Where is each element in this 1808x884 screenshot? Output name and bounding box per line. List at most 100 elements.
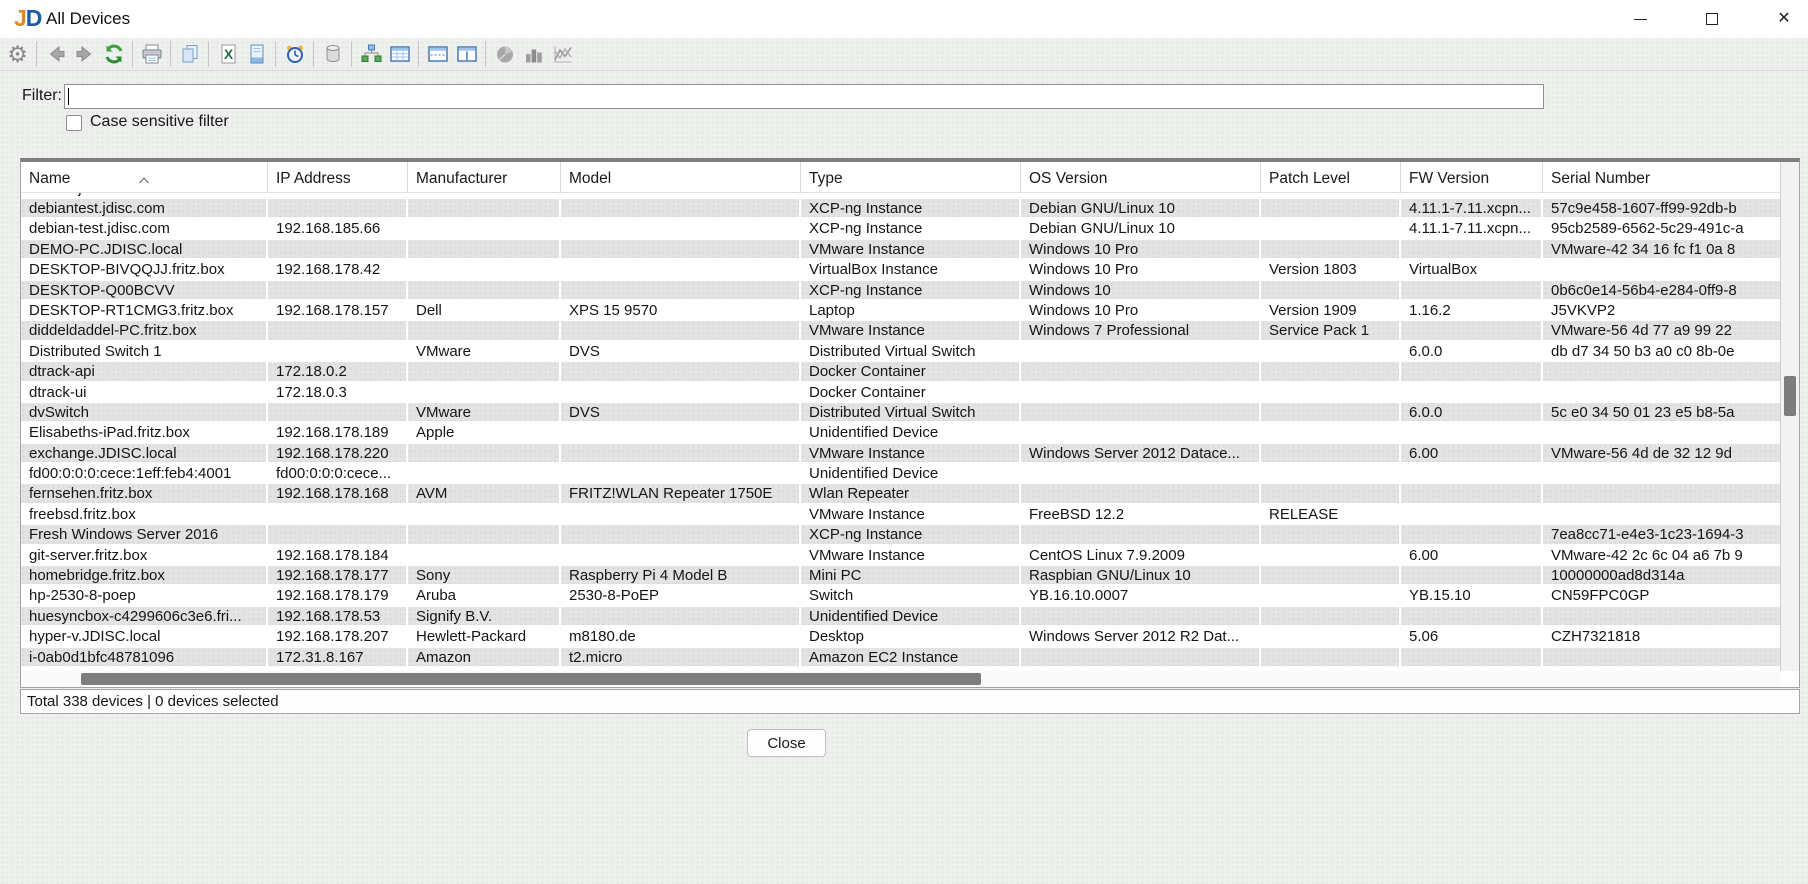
table-row[interactable]: DEMO-PC.JDISC.localVMware InstanceWindow… [21,240,1799,260]
column-header-fw[interactable]: FW Version [1401,162,1543,192]
cell-manufacturer: VMware [408,403,561,423]
export-document-button[interactable] [242,40,271,69]
close-window-button[interactable]: ✕ [1760,0,1808,38]
table-row[interactable]: debiantest.jdisc.comXCP-ng InstanceDebia… [21,199,1799,219]
column-header-model[interactable]: Model [561,162,801,192]
cell-type: Distributed Virtual Switch [801,342,1021,362]
cell-ip: 192.168.178.207 [268,627,408,647]
table-row[interactable]: DESKTOP-BIVQQJJ.fritz.box192.168.178.42V… [21,260,1799,280]
cell-type: XCP-ng Instance [801,219,1021,239]
window-title: All Devices [46,0,130,38]
table-row[interactable]: exchange.JDISC.local192.168.178.220VMwar… [21,444,1799,464]
table-row[interactable]: DESKTOP-Q00BCVVXCP-ng InstanceWindows 10… [21,281,1799,301]
column-header-os[interactable]: OS Version [1021,162,1261,192]
title-bar: JD All Devices ✕ [0,0,1808,38]
column-header-ip[interactable]: IP Address [268,162,408,192]
table-row[interactable]: dvSwitchVMwareDVSDistributed Virtual Swi… [21,403,1799,423]
print-icon [141,43,163,65]
table-row[interactable]: huesyncbox-c4299606c3e6.fri...192.168.17… [21,607,1799,627]
table-row[interactable]: debian-test.jdisc.com192.168.185.66XCP-n… [21,219,1799,239]
close-icon: ✕ [1777,11,1790,27]
tree-view-button[interactable] [356,40,385,69]
cell-manufacturer [408,546,561,566]
table-row[interactable]: freebsd.fritz.boxVMware InstanceFreeBSD … [21,505,1799,525]
table-row[interactable]: Elisabeths-iPad.fritz.box192.168.178.189… [21,423,1799,443]
minimize-button[interactable] [1616,0,1664,38]
scheduler-button[interactable] [280,40,309,69]
cell-model [561,362,801,382]
cell-serial: 7ea8cc71-e4e3-1c23-1694-3 [1543,525,1799,545]
toolbar-separator [351,41,352,67]
vertical-scrollbar-thumb[interactable] [1784,376,1796,416]
cell-ip: 192.168.178.53 [268,607,408,627]
export-excel-button[interactable]: X [213,40,242,69]
forward-button[interactable] [70,40,99,69]
cell-manufacturer [408,260,561,280]
vertical-scrollbar[interactable] [1780,162,1799,671]
refresh-button[interactable] [99,40,128,69]
column-header-serial[interactable]: Serial Number [1543,162,1799,192]
cell-serial [1543,648,1799,668]
cell-os: Debian GNU/Linux 10 [1021,199,1261,219]
jdisc-logo-icon: JD [14,5,41,32]
filter-input[interactable] [64,84,1544,109]
cell-serial: 95cb2589-6562-5c29-491c-a [1543,219,1799,239]
table-row[interactable]: fd00:0:0:0:cece:1eff:feb4:4001fd00:0:0:0… [21,464,1799,484]
back-button[interactable] [41,40,70,69]
case-sensitive-checkbox[interactable] [66,115,82,131]
cell-name: dtrack-ui [21,383,268,403]
table-row[interactable]: diddeldaddel-PC.fritz.boxVMware Instance… [21,321,1799,341]
export-excel-icon: X [217,43,239,65]
table-row[interactable]: DESKTOP-RT1CMG3.fritz.box192.168.178.157… [21,301,1799,321]
settings-button[interactable]: ⚙ [3,40,32,69]
cell-name: DESKTOP-BIVQQJJ.fritz.box [21,260,268,280]
cell-patch [1261,240,1401,260]
table-row[interactable]: fernsehen.fritz.box192.168.178.168AVMFRI… [21,484,1799,504]
horizontal-scrollbar-thumb[interactable] [81,673,981,685]
cell-ip [268,505,408,525]
cell-patch [1261,403,1401,423]
cell-patch [1261,444,1401,464]
cell-type: XCP-ng Instance [801,199,1021,219]
table-row[interactable]: git-server.fritz.box192.168.178.184VMwar… [21,546,1799,566]
horizontal-scrollbar[interactable] [21,671,1780,687]
table-row[interactable]: Fresh Windows Server 2016XCP-ng Instance… [21,525,1799,545]
table-row[interactable]: dtrack-api172.18.0.2Docker Container [21,362,1799,382]
close-dialog-button[interactable]: Close [747,729,826,757]
cell-ip: fd00:0:0:0:cece... [268,464,408,484]
cell-type: VMware Instance [801,321,1021,341]
column-header-manufacturer[interactable]: Manufacturer [408,162,561,192]
cell-patch: Service Pack 1 [1261,321,1401,341]
column-header-type[interactable]: Type [801,162,1021,192]
cell-ip: 192.168.178.189 [268,423,408,443]
table-row[interactable]: Distributed Switch 1VMwareDVSDistributed… [21,342,1799,362]
export-document-icon [246,43,268,65]
cell-manufacturer: Sony [408,566,561,586]
column-header-name[interactable]: Name [21,162,268,192]
maximize-button[interactable] [1688,0,1736,38]
cell-type: VMware Instance [801,546,1021,566]
cell-model [561,281,801,301]
cell-serial: VMware-56 4d 77 a9 99 22 [1543,321,1799,341]
split-horizontal-button[interactable] [423,40,452,69]
cell-fw [1401,607,1543,627]
cell-os [1021,607,1261,627]
cell-fw: 6.00 [1401,546,1543,566]
database-button[interactable] [318,40,347,69]
cell-model: 2530-8-PoEP [561,586,801,606]
table-row[interactable]: dtrack-ui172.18.0.3Docker Container [21,383,1799,403]
cell-os [1021,484,1261,504]
table-row[interactable]: hyper-v.JDISC.local192.168.178.207Hewlet… [21,627,1799,647]
table-row[interactable]: hp-2530-8-poep192.168.178.179Aruba2530-8… [21,586,1799,606]
table-row[interactable]: i-0ab0d1bfc48781096172.31.8.167Amazont2.… [21,648,1799,668]
refresh-icon [103,43,125,65]
column-header-patch[interactable]: Patch Level [1261,162,1401,192]
table-body: debiantest.jdisc.comXCP-ng InstanceDebia… [21,199,1799,668]
cell-serial: VMware-42 34 16 fc f1 0a 8 [1543,240,1799,260]
table-view-button[interactable] [385,40,414,69]
copy-button[interactable] [175,40,204,69]
print-button[interactable] [137,40,166,69]
cell-os [1021,342,1261,362]
split-vertical-button[interactable] [452,40,481,69]
table-row[interactable]: homebridge.fritz.box192.168.178.177SonyR… [21,566,1799,586]
